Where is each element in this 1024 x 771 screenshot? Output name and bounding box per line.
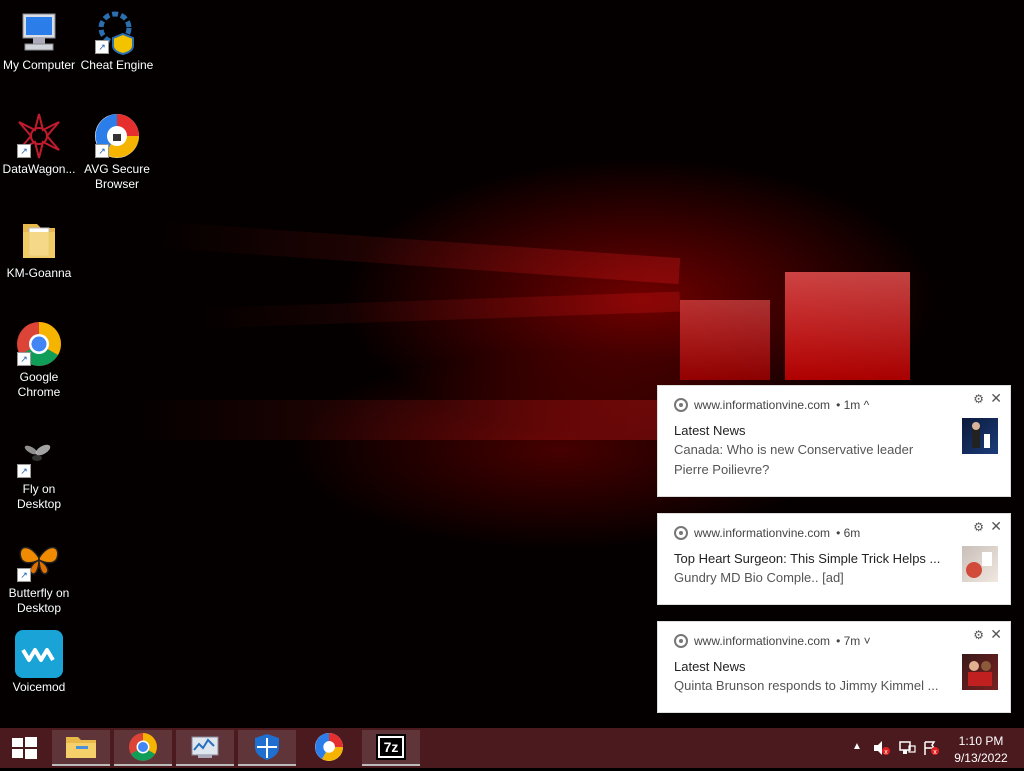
notification-header: www.informationvine.com • 7m ˅ [674,634,871,648]
desktop-icon-label: KM-Goanna [6,266,72,280]
desktop-icon-datawagon[interactable]: ↗ DataWagon... [0,112,78,177]
notification-thumbnail [962,418,998,454]
gear-icon[interactable]: ⚙ [973,520,984,534]
network-icon[interactable] [898,740,916,756]
notification-time: • 1m ^ [836,398,870,412]
shortcut-arrow-icon: ↗ [95,144,109,158]
shortcut-arrow-icon: ↗ [17,352,31,366]
gear-icon[interactable]: ⚙ [973,392,984,406]
svg-text:7z: 7z [384,739,399,755]
taskbar-7-zip[interactable]: 7z [362,730,420,766]
desktop-icon-cheat-engine[interactable]: ↗ Cheat Engine [78,8,156,73]
notification-body: Gundry MD Bio Comple.. [ad] [674,570,844,585]
notification-thumbnail [962,546,998,582]
notification-site: www.informationvine.com [694,526,831,540]
windows-logo-icon [12,737,37,759]
notification-title: Latest News [674,659,746,674]
notification-toast[interactable]: www.informationvine.com • 6m ⚙ ✕ Top Hea… [658,514,1010,604]
desktop-wallpaper [0,0,1024,728]
chrome-icon: ↗ [15,320,63,368]
desktop-icon-my-computer[interactable]: My Computer [0,8,78,73]
notification-site: www.informationvine.com [694,634,831,648]
close-icon[interactable]: ✕ [990,626,1002,643]
notification-body: Canada: Who is new Conservative leader P… [674,442,914,477]
show-hidden-icons-chevron-icon[interactable]: ▲ [852,741,862,752]
volume-muted-icon[interactable]: x [872,740,890,756]
taskbar-task-manager[interactable] [176,730,234,766]
notification-toast[interactable]: www.informationvine.com • 7m ˅ ⚙ ✕ Lates… [658,622,1010,712]
butterfly-icon: ↗ [15,536,63,584]
avg-browser-icon [315,733,343,761]
desktop-icon-label: Cheat Engine [80,58,154,72]
desktop-icon-label: My Computer [2,58,76,72]
shortcut-arrow-icon: ↗ [17,464,31,478]
notification-site: www.informationvine.com [694,398,831,412]
taskbar-google-chrome[interactable] [114,730,172,766]
clock-time[interactable]: 1:10 PM [946,734,1016,748]
desktop-icon-label: Butterfly on Desktop [8,586,70,615]
chrome-icon [674,526,688,540]
voicemod-icon [15,630,63,678]
shield-icon [255,734,279,760]
taskbar: 7z ▲ x x 1:10 PM 9/13/2022 [0,728,1024,768]
desktop-icon-label: Google Chrome [17,370,61,399]
chrome-icon [674,634,688,648]
close-icon[interactable]: ✕ [990,518,1002,535]
notification-title: Top Heart Surgeon: This Simple Trick Hel… [674,551,941,566]
shortcut-arrow-icon: ↗ [17,568,31,582]
shortcut-arrow-icon: ↗ [95,40,109,54]
desktop-icon-label: DataWagon... [2,162,76,176]
start-button[interactable] [0,730,48,766]
gear-icon[interactable]: ⚙ [973,628,984,642]
notification-header: www.informationvine.com • 6m [674,526,860,540]
notification-body: Quinta Brunson responds to Jimmy Kimmel … [674,678,939,693]
avg-browser-icon: ↗ [93,112,141,160]
folder-icon [66,737,96,758]
action-center-flag-icon[interactable]: x [922,740,940,756]
shortcut-arrow-icon: ↗ [17,144,31,158]
task-manager-icon [191,736,219,758]
taskbar-avg-secure-browser[interactable] [300,730,358,766]
desktop-icon-label: Voicemod [12,680,66,694]
desktop-icon-butterfly-on-desktop[interactable]: ↗ Butterfly on Desktop [0,536,78,616]
desktop-icon-km-goanna[interactable]: KM-Goanna [0,216,78,281]
close-icon[interactable]: ✕ [990,390,1002,407]
taskbar-file-explorer[interactable] [52,730,110,766]
desktop-icon-label: Fly on Desktop [16,482,62,511]
chrome-icon [674,398,688,412]
notification-header: www.informationvine.com • 1m ^ [674,398,869,412]
notification-toast[interactable]: www.informationvine.com • 1m ^ ⚙ ✕ Lates… [658,386,1010,496]
desktop-icon-label: AVG Secure Browser [84,162,150,191]
chrome-icon [129,733,157,761]
notification-time: • 6m [836,526,861,540]
desktop-icon-google-chrome[interactable]: ↗ Google Chrome [0,320,78,400]
folder-icon [15,216,63,264]
fly-icon: ↗ [15,432,63,480]
desktop-icon-voicemod[interactable]: Voicemod [0,630,78,695]
7zip-icon: 7z [376,734,406,760]
svg-text:x: x [933,749,937,756]
notification-time: • 7m ˅ [836,634,871,648]
svg-text:x: x [884,749,888,756]
desktop-icon-avg-secure-browser[interactable]: ↗ AVG Secure Browser [78,112,156,192]
taskbar-windows-defender[interactable] [238,730,296,766]
computer-icon [15,8,63,56]
notification-thumbnail [962,654,998,690]
cheat-engine-icon: ↗ [93,8,141,56]
clock-date[interactable]: 9/13/2022 [946,751,1016,765]
desktop-icon-fly-on-desktop[interactable]: ↗ Fly on Desktop [0,432,78,512]
datawagon-icon: ↗ [15,112,63,160]
notification-title: Latest News [674,423,746,438]
